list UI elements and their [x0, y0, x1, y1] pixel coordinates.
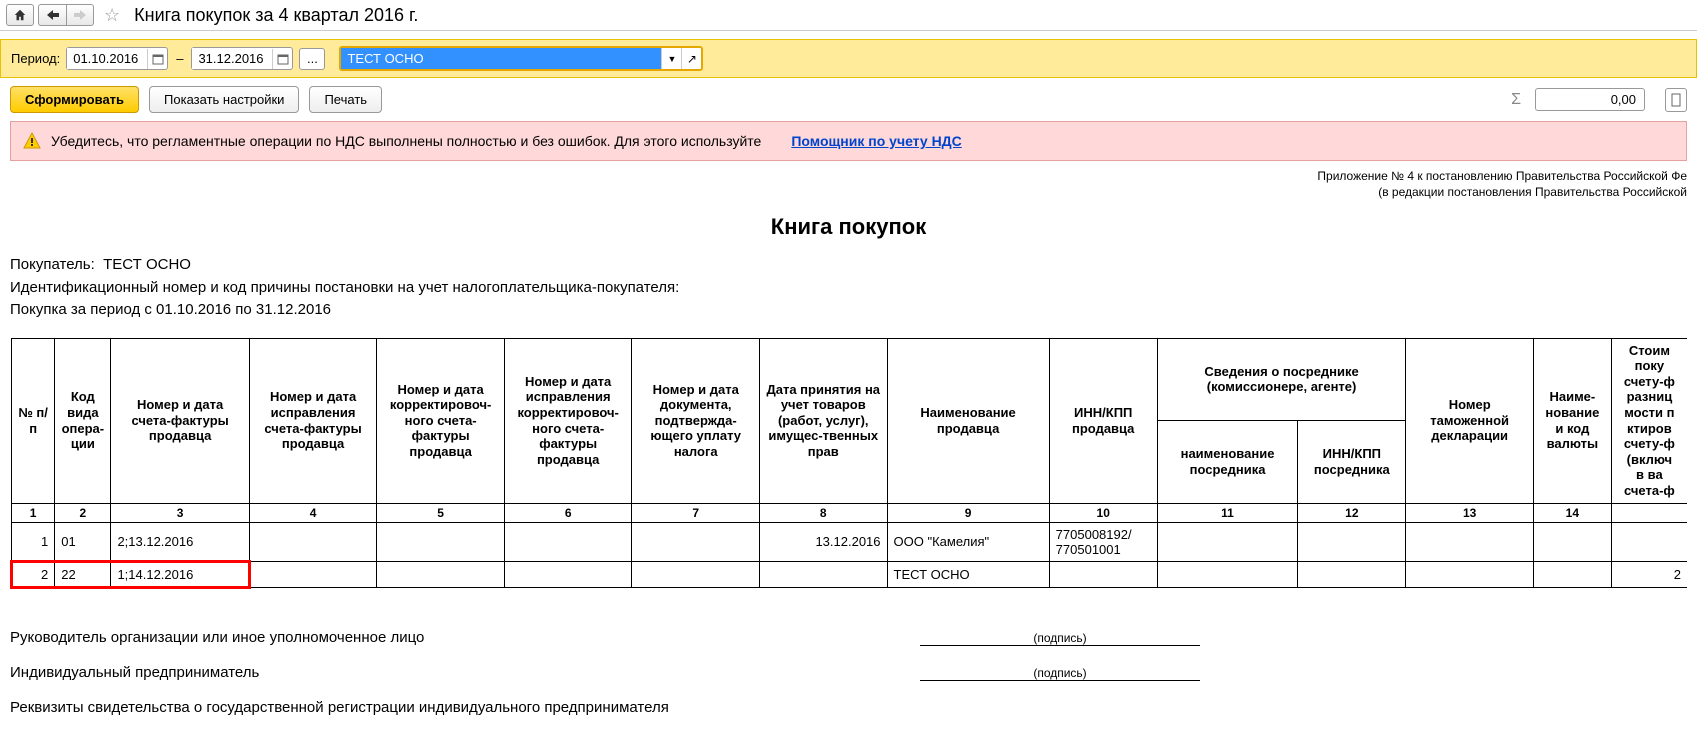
signature-line: (подпись) — [920, 629, 1200, 646]
page-title: Книга покупок за 4 квартал 2016 г. — [134, 5, 418, 26]
top-nav: ☆ Книга покупок за 4 квартал 2016 г. — [0, 0, 1697, 31]
signatures-block: Руководитель организации или иное уполно… — [10, 629, 1687, 716]
th-12: ИНН/КПП посредника — [1298, 421, 1406, 503]
date-to-wrap — [191, 47, 293, 70]
date-to-input[interactable] — [192, 48, 272, 69]
nav-history-group — [38, 4, 94, 26]
home-button[interactable] — [6, 4, 34, 26]
period-label: Период: — [11, 51, 60, 66]
th-13: Номер таможенной декларации — [1406, 338, 1534, 503]
print-button[interactable]: Печать — [309, 86, 382, 113]
report-body: Приложение № 4 к постановлению Правитель… — [0, 161, 1697, 754]
organization-dropdown-icon[interactable]: ▼ — [661, 48, 681, 69]
calendar-from-icon[interactable] — [147, 49, 167, 69]
legal-line-2: (в редакции постановления Правительства … — [10, 185, 1687, 201]
th-8: Дата принятия на учет товаров (работ, ус… — [759, 338, 887, 503]
report-title: Книга покупок — [10, 214, 1687, 240]
calendar-to-icon[interactable] — [272, 49, 292, 69]
more-button[interactable] — [1665, 88, 1687, 112]
warning-bar: Убедитесь, что регламентные операции по … — [10, 121, 1687, 161]
th-7: Номер и дата документа, подтвержда-ющего… — [632, 338, 760, 503]
th-15: Стоим поку счету-ф разниц мости п ктиров… — [1611, 338, 1687, 503]
vat-helper-link[interactable]: Помощник по учету НДС — [791, 133, 961, 149]
th-10: ИНН/КПП продавца — [1049, 338, 1157, 503]
sum-field[interactable] — [1535, 88, 1645, 111]
generate-button[interactable]: Сформировать — [10, 86, 139, 113]
signature-caption: (подпись) — [1033, 666, 1086, 680]
th-11-12: Сведения о посреднике (комиссионере, аге… — [1157, 338, 1406, 420]
signature-caption: (подпись) — [1033, 631, 1086, 645]
legal-line-1: Приложение № 4 к постановлению Правитель… — [10, 169, 1687, 185]
th-14: Наиме-нование и код валюты — [1533, 338, 1611, 503]
legal-note: Приложение № 4 к постановлению Правитель… — [10, 169, 1687, 200]
show-settings-button[interactable]: Показать настройки — [149, 86, 299, 113]
organization-select: ▼ ↗ — [339, 46, 703, 71]
filter-bar: Период: – ... ▼ ↗ — [0, 39, 1697, 78]
organization-input[interactable] — [341, 48, 661, 69]
table-wrapper: № п/п Код вида опера-ции Номер и дата сч… — [10, 338, 1687, 589]
th-6: Номер и дата исправления корректировоч-н… — [504, 338, 632, 503]
organization-open-icon[interactable]: ↗ — [681, 48, 701, 69]
period-line: Покупка за период с 01.10.2016 по 31.12.… — [10, 299, 1687, 322]
date-dash: – — [176, 51, 183, 66]
signature-row: Реквизиты свидетельства о государственно… — [10, 699, 1687, 716]
signature-label-2: Индивидуальный предприниматель — [10, 664, 920, 681]
period-picker-button[interactable]: ... — [299, 48, 325, 70]
back-button[interactable] — [38, 4, 66, 26]
th-2: Код вида опера-ции — [55, 338, 111, 503]
purchases-table: № п/п Код вида опера-ции Номер и дата сч… — [10, 338, 1687, 589]
signature-label-3: Реквизиты свидетельства о государственно… — [10, 699, 920, 716]
forward-button[interactable] — [66, 4, 94, 26]
th-5: Номер и дата корректировоч-ного счета-фа… — [377, 338, 505, 503]
signature-row: Руководитель организации или иное уполно… — [10, 629, 1687, 646]
report-info: Покупатель: ТЕСТ ОСНО Идентификационный … — [10, 254, 1687, 322]
signature-row: Индивидуальный предприниматель (подпись) — [10, 664, 1687, 681]
date-from-wrap — [66, 47, 168, 70]
table-row[interactable]: 2 22 1;14.12.2016 ТЕСТ ОСНО 2 — [12, 561, 1688, 587]
date-from-input[interactable] — [67, 48, 147, 69]
warning-icon — [23, 132, 41, 150]
buyer-line: Покупатель: ТЕСТ ОСНО — [10, 254, 1687, 277]
favorite-star-icon[interactable]: ☆ — [104, 5, 120, 26]
th-3: Номер и дата счета-фактуры продавца — [111, 338, 249, 503]
action-bar: Сформировать Показать настройки Печать Σ — [0, 78, 1697, 121]
th-4: Номер и дата исправления счета-фактуры п… — [249, 338, 377, 503]
th-9: Наименование продавца — [887, 338, 1049, 503]
th-11: наименование посредника — [1157, 421, 1298, 503]
signature-line: (подпись) — [920, 664, 1200, 681]
idn-line: Идентификационный номер и код причины по… — [10, 277, 1687, 300]
table-row[interactable]: 1 01 2;13.12.2016 13.12.2016 ООО "Камели… — [12, 522, 1688, 561]
sum-sigma-icon: Σ — [1511, 91, 1521, 109]
warning-text: Убедитесь, что регламентные операции по … — [51, 133, 761, 149]
signature-label-1: Руководитель организации или иное уполно… — [10, 629, 920, 646]
th-1: № п/п — [12, 338, 55, 503]
